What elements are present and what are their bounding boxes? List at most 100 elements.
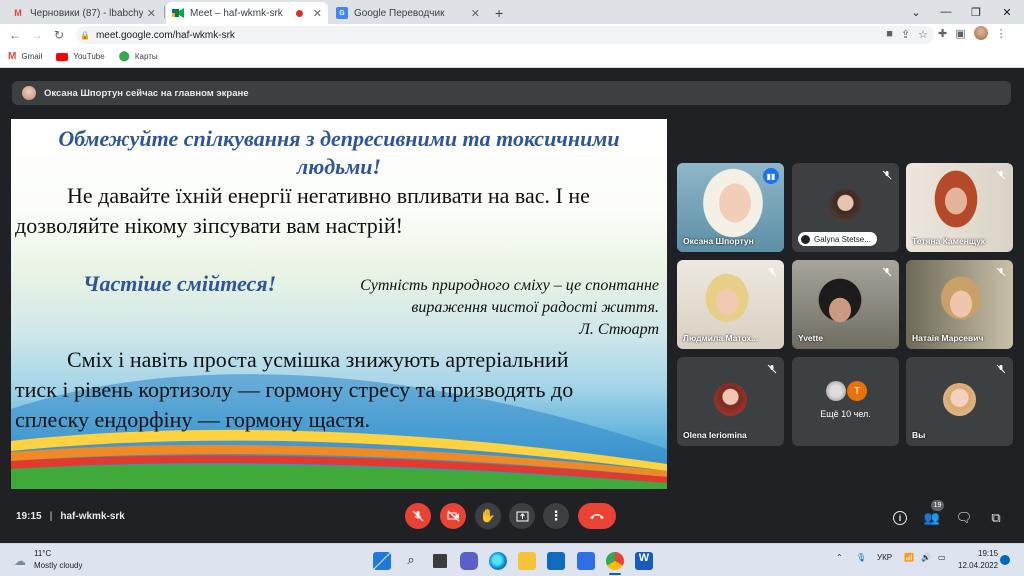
windows-taskbar: ☁ 11°C Mostly cloudy ⌕ W ⌃ 🎙 УКР 📶 🔊 ▭ 1… [0,543,1024,576]
new-tab-button[interactable]: + [489,2,509,24]
windows-start-icon[interactable] [373,552,391,570]
present-now-button[interactable] [509,503,535,529]
minimize-button[interactable]: — [931,0,961,24]
slide-paragraph-2: Сміх і навіть проста усмішка знижують ар… [15,345,665,435]
edge-icon[interactable] [489,552,507,570]
slide-text-line: тиск і рівень кортизолу — гормону стресу… [15,377,574,402]
slide-text-line: дозволяйте нікому зіпсувати вам настрій! [15,213,403,238]
raise-hand-button[interactable]: ✋ [475,503,501,529]
participants-button[interactable]: 👥 [923,509,941,527]
tab-title: Google Переводчик [354,7,445,19]
forward-icon[interactable]: → [26,28,48,42]
participant-tile[interactable]: Натаія Марсевич [906,260,1013,349]
participant-name: Вы [912,430,926,440]
participant-tile-self[interactable]: Вы [906,357,1013,446]
youtube-icon [56,52,69,61]
chrome-icon[interactable] [606,552,624,570]
presenting-banner: Оксана Шпортун сейчас на главном экране [12,81,1011,105]
teams-chat-icon[interactable] [460,552,478,570]
bookmark-label: Gmail [21,52,43,61]
mail-icon[interactable] [547,552,565,570]
profile-avatar[interactable] [973,26,988,40]
notification-icon[interactable] [1000,555,1010,565]
presenting-banner-text: Оксана Шпортун сейчас на главном экране [44,87,249,99]
more-options-button[interactable]: ⋮ [543,503,569,529]
word-icon[interactable]: W [635,552,653,570]
bookmark-gmail[interactable]: M Gmail [8,51,42,62]
bookmark-maps[interactable]: ⬤ Карты [119,51,158,62]
meeting-code: haf-wkmk-srk [60,511,125,522]
side-panel-icon[interactable]: ▣ [955,27,965,40]
participant-tile[interactable]: ▮▮ Оксана Шпортун [677,163,784,252]
camera-toggle-button[interactable] [440,503,466,529]
tray-chevron-icon[interactable]: ⌃ [836,553,843,562]
mic-muted-icon [880,168,894,182]
gmail-icon: M [8,51,17,62]
tab-search-icon[interactable]: ⌄ [901,0,931,24]
camera-icon[interactable]: ■ [886,28,893,41]
reload-icon[interactable]: ↻ [48,28,70,42]
participant-tile-others[interactable]: T Ещё 10 чел. [792,357,899,446]
wifi-icon[interactable]: 📶 [904,553,914,562]
extensions-icon[interactable]: ✚ [938,27,947,40]
participant-tile[interactable]: Yvette [792,260,899,349]
close-tab-icon[interactable]: ✕ [471,7,480,20]
chat-button[interactable]: 🗨 [955,509,973,527]
tab-translate[interactable]: G Google Переводчик ✕ [330,2,486,24]
clock-time[interactable]: 19:15 [978,549,998,558]
browser-toolbar: ← → ↻ 🔒 meet.google.com/haf-wkmk-srk ■ ⇪… [0,24,1024,46]
tab-divider [164,6,165,18]
search-icon[interactable]: ⌕ [402,552,420,570]
bookmark-youtube[interactable]: YouTube [56,52,105,61]
present-icon [516,511,528,521]
tab-meet[interactable]: Meet – haf-wkmk-srk ✕ [166,2,328,24]
slide-quote-line: вираження чистої радості життя. [411,299,659,316]
mic-toggle-button[interactable] [405,503,431,529]
weather-temp: 11°C [34,549,52,558]
volume-icon[interactable]: 🔊 [921,553,931,562]
slide-text-line: сплеску ендорфіну — гормону щастя. [15,407,371,432]
activities-button[interactable]: ⧉ [987,509,1005,527]
task-view-icon[interactable] [431,552,449,570]
weather-text: Mostly cloudy [34,561,83,570]
tray-mic-icon[interactable]: 🎙 [856,553,866,562]
file-explorer-icon[interactable] [518,552,536,570]
slide-text-line: Сміх і навіть проста усмішка знижують ар… [67,347,569,372]
menu-icon[interactable]: ⋮ [996,27,1007,40]
participant-tile[interactable]: Galyna Stetse... [792,163,899,252]
translate-icon: G [336,7,348,19]
bookmark-star-icon[interactable]: ☆ [918,28,928,41]
recording-dot-icon [295,9,303,17]
dropbox-icon[interactable] [577,552,595,570]
participant-tile[interactable]: Людмила Матох... [677,260,784,349]
meet-stage: Оксана Шпортун сейчас на главном экране … [0,69,1024,543]
more-vert-icon: ⋮ [549,508,563,523]
participant-name: Galyna Stetse... [814,234,871,244]
slide-quote-author: Л. Стюарт [579,321,659,338]
participant-count-badge: 19 [931,500,944,511]
back-icon[interactable]: ← [4,28,26,42]
bookmarks-bar: M Gmail YouTube ⬤ Карты [0,46,1024,68]
tab-title: Черновики (87) - lbabchyk@gm [30,7,143,19]
close-window-button[interactable]: ✕ [992,0,1022,24]
close-tab-icon[interactable]: ✕ [147,7,156,20]
close-tab-icon[interactable]: ✕ [313,7,322,20]
participant-tile[interactable]: Olena Ieriomina [677,357,784,446]
participant-tile[interactable]: Тетяна Каменщук [906,163,1013,252]
share-icon[interactable]: ⇪ [901,28,910,41]
screen: M Черновики (87) - lbabchyk@gm ✕ Meet – … [0,0,1024,576]
chat-icon: 🗨 [955,510,973,525]
maximize-button[interactable]: ❐ [961,0,991,24]
tab-gmail[interactable]: M Черновики (87) - lbabchyk@gm ✕ [6,2,162,24]
maps-pin-icon: ⬤ [118,51,130,62]
meeting-details-button[interactable]: i [891,509,909,527]
input-language[interactable]: УКР [877,553,892,562]
battery-icon[interactable]: ▭ [938,553,946,562]
presenter-avatar [22,86,36,100]
address-bar[interactable]: 🔒 meet.google.com/haf-wkmk-srk ■ ⇪ ☆ [76,26,934,44]
clock-date[interactable]: 12.04.2022 [958,561,998,570]
participant-name: Натаія Марсевич [912,333,984,343]
participant-avatar [829,189,862,222]
leave-call-button[interactable] [578,503,616,529]
bookmark-label: Карты [134,52,158,61]
